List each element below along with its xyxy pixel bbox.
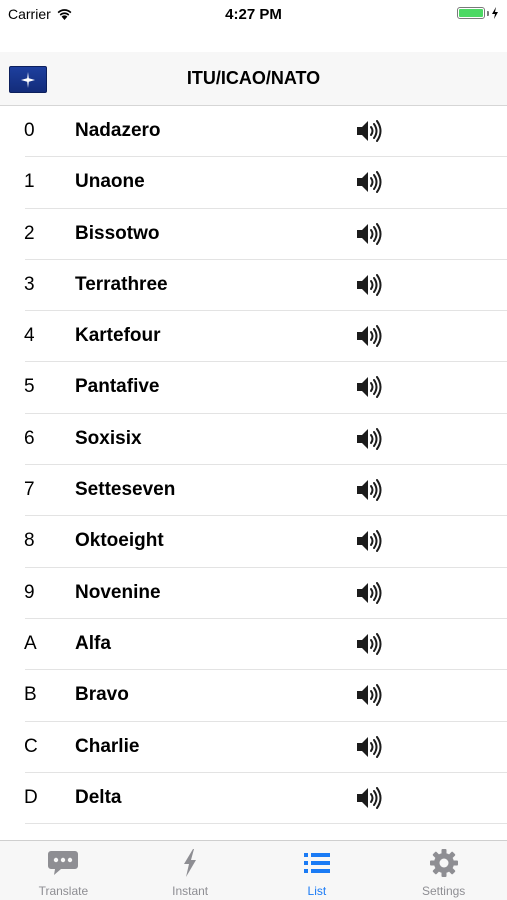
list-item-codeword: Unaone — [75, 171, 145, 193]
charging-bolt-icon — [492, 7, 498, 19]
list-item[interactable]: 4 Kartefour — [24, 311, 507, 363]
speaker-icon[interactable] — [355, 528, 383, 554]
speaker-icon[interactable] — [355, 580, 383, 606]
list-item-codeword: Kartefour — [75, 325, 161, 347]
list-item-character: 2 — [24, 222, 35, 244]
list-item-character: 9 — [24, 581, 35, 603]
list-item-codeword: Terrathree — [75, 273, 168, 295]
list-item-character: A — [24, 632, 37, 654]
list-item-character: 6 — [24, 427, 35, 449]
status-time: 4:27 PM — [225, 6, 282, 23]
list-item-codeword: Bravo — [75, 684, 129, 706]
list-item[interactable]: A Alfa — [24, 619, 507, 671]
list-item[interactable]: D Delta — [24, 773, 507, 825]
battery-icon — [457, 7, 485, 19]
list-item[interactable]: 2 Bissotwo — [24, 209, 507, 260]
speaker-icon[interactable] — [355, 631, 383, 657]
speaker-icon[interactable] — [355, 734, 383, 760]
list-item-character: 8 — [24, 530, 35, 552]
list-item-character: 4 — [24, 325, 35, 347]
list-item-character: 1 — [24, 171, 35, 193]
speaker-icon[interactable] — [355, 221, 383, 247]
speaker-icon[interactable] — [355, 323, 383, 349]
list-icon — [303, 853, 330, 873]
tab-list[interactable]: List — [254, 841, 381, 900]
navigation-bar: ITU/ICAO/NATO — [0, 52, 507, 106]
list-item-codeword: Charlie — [75, 735, 140, 757]
tab-translate-label: Translate — [38, 884, 89, 898]
status-bar: Carrier 4:27 PM — [0, 0, 507, 30]
list-item-codeword: Soxisix — [75, 427, 142, 449]
tab-instant-label: Instant — [172, 884, 209, 898]
list-item-character: D — [24, 786, 38, 808]
list-item-codeword: Bissotwo — [75, 222, 160, 244]
speaker-icon[interactable] — [355, 477, 383, 503]
speaker-icon[interactable] — [355, 682, 383, 708]
tab-instant[interactable]: Instant — [127, 841, 254, 900]
list-item[interactable]: 9 Novenine — [24, 568, 507, 619]
list-item[interactable]: 5 Pantafive — [24, 362, 507, 414]
list-item-character: B — [24, 684, 37, 706]
tab-translate[interactable]: Translate — [0, 841, 127, 900]
lightning-icon — [184, 849, 197, 877]
speaker-icon[interactable] — [355, 272, 383, 298]
list-item[interactable]: 0 Nadazero — [24, 106, 507, 158]
tab-settings[interactable]: Settings — [380, 841, 507, 900]
list-item[interactable]: B Bravo — [24, 670, 507, 722]
list-item-codeword: Setteseven — [75, 479, 176, 501]
list-item-character: 7 — [24, 479, 35, 501]
page-title: ITU/ICAO/NATO — [186, 68, 321, 88]
list-item-character: 5 — [24, 376, 35, 398]
speaker-icon[interactable] — [355, 374, 383, 400]
list-item-codeword: Novenine — [75, 581, 161, 603]
tab-list-label: List — [307, 884, 327, 898]
list-item-codeword: Delta — [75, 786, 122, 808]
alphabet-list[interactable]: 0 Nadazero 1 Unaone 2 Bissotwo 3 Terrathree 4 Kar… — [0, 106, 507, 840]
list-item[interactable]: 3 Terrathree — [24, 260, 507, 312]
speaker-icon[interactable] — [355, 785, 383, 811]
list-item-character: 3 — [24, 273, 35, 295]
list-item[interactable]: 8 Oktoeight — [24, 516, 507, 568]
list-item-codeword: Oktoeight — [75, 530, 164, 552]
list-item-codeword: Nadazero — [75, 120, 161, 141]
list-item-codeword: Alfa — [75, 632, 111, 654]
list-item-character: 0 — [24, 120, 35, 141]
speaker-icon[interactable] — [355, 426, 383, 452]
list-item-character: C — [24, 735, 38, 757]
gear-icon — [429, 849, 458, 877]
speaker-icon[interactable] — [355, 169, 383, 195]
list-item-codeword: Pantafive — [75, 376, 160, 398]
list-item[interactable]: 7 Setteseven — [24, 465, 507, 517]
list-item[interactable]: 6 Soxisix — [24, 414, 507, 466]
speaker-icon[interactable] — [355, 118, 383, 144]
tab-bar: Translate Instant List Settings — [0, 840, 507, 900]
list-item[interactable]: 1 Unaone — [24, 157, 507, 209]
tab-settings-label: Settings — [421, 884, 466, 898]
speech-bubble-icon — [48, 851, 79, 875]
battery-indicator — [457, 7, 499, 19]
list-item[interactable]: C Charlie — [24, 722, 507, 773]
